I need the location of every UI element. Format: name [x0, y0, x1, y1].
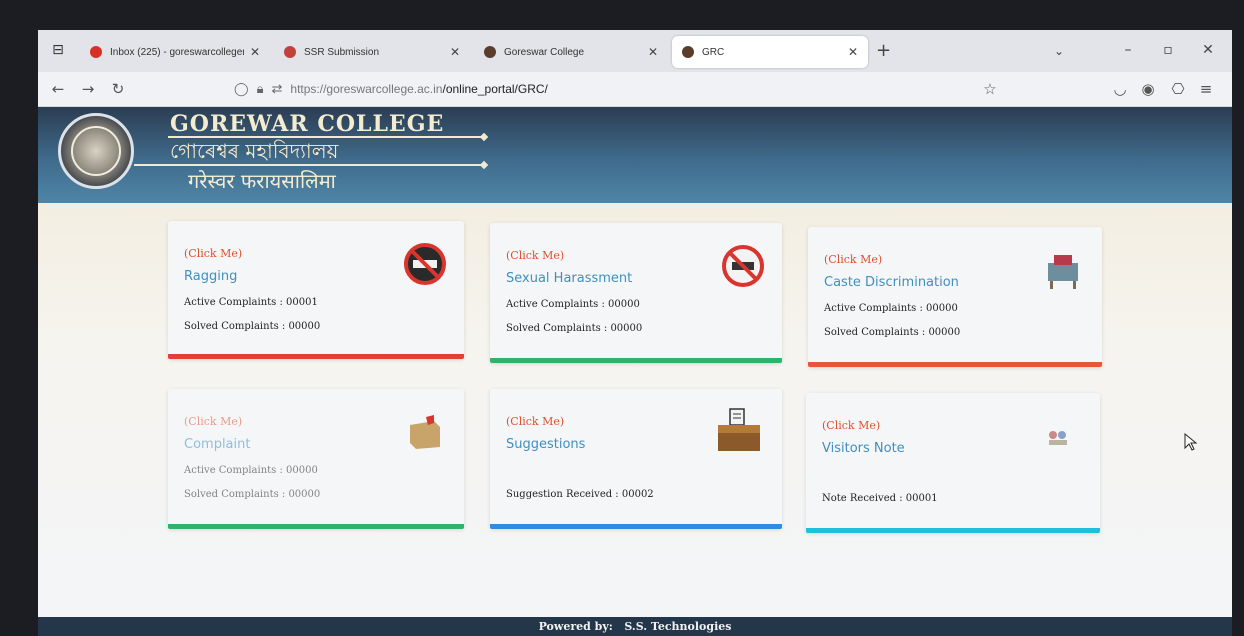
caste-discrimination-icon	[1048, 255, 1078, 289]
card-title[interactable]: Caste Discrimination	[824, 275, 959, 290]
extensions-icon[interactable]: ⎔	[1168, 80, 1188, 98]
address-bar[interactable]: ◯ 🔒︎ ⇄ https://goreswarcollege.ac.in /on…	[234, 77, 1014, 101]
active-complaints: Active Complaints : 00001	[184, 297, 318, 308]
ssr-icon	[284, 46, 296, 58]
restore-icon[interactable]: ▫	[1158, 42, 1178, 58]
close-icon[interactable]: ✕	[648, 45, 658, 59]
screen: ⊟ Inbox (225) - goreswarcollegen ✕ SSR S…	[38, 30, 1232, 636]
mouse-pointer-icon	[1184, 433, 1198, 451]
suggestion-box-icon	[718, 408, 760, 451]
site-header-banner: GOREWAR COLLEGE গোৰেশ্বৰ মহাবিদ্যালয় गर…	[38, 107, 1232, 203]
complaint-box-icon	[410, 415, 440, 449]
visitors-note-icon	[1049, 431, 1067, 445]
tab-grc[interactable]: GRC ✕	[672, 36, 868, 68]
card-suggestions[interactable]: (Click Me) Suggestions Suggestion Receiv…	[490, 389, 782, 529]
tab-list-icon[interactable]: ⊟	[48, 40, 68, 60]
solved-complaints: Solved Complaints : 00000	[824, 327, 961, 338]
college-name-english: GOREWAR COLLEGE	[170, 111, 445, 137]
active-complaints: Active Complaints : 00000	[184, 465, 318, 476]
click-me-label[interactable]: (Click Me)	[184, 247, 242, 260]
solved-complaints: Solved Complaints : 00000	[184, 489, 321, 500]
tab-inbox[interactable]: Inbox (225) - goreswarcollegen ✕	[80, 36, 270, 68]
minimize-icon[interactable]: –	[1118, 42, 1138, 58]
tab-title: SSR Submission	[304, 46, 380, 58]
pocket-icon[interactable]: ◡	[1110, 80, 1130, 98]
url-path: /online_portal/GRC/	[442, 82, 548, 96]
card-title[interactable]: Suggestions	[506, 437, 585, 452]
tab-ssr-submission[interactable]: SSR Submission ✕	[274, 36, 470, 68]
reload-icon[interactable]: ↻	[108, 80, 128, 98]
college-name-bodo: गरेस्वर फरायसालिमा	[188, 169, 336, 193]
note-received: Note Received : 00001	[822, 493, 938, 504]
card-complaint[interactable]: (Click Me) Complaint Active Complaints :…	[168, 389, 464, 529]
close-icon[interactable]: ✕	[450, 45, 460, 59]
window-close-icon[interactable]: ✕	[1198, 42, 1218, 58]
click-me-label[interactable]: (Click Me)	[822, 419, 880, 432]
close-icon[interactable]: ✕	[250, 45, 260, 59]
card-accent-bar	[490, 358, 782, 363]
card-sexual-harassment[interactable]: (Click Me) Sexual Harassment Active Comp…	[490, 223, 782, 363]
powered-by-company[interactable]: S.S. Technologies	[624, 620, 731, 633]
active-complaints: Active Complaints : 00000	[824, 303, 958, 314]
footer: Powered by: S.S. Technologies	[38, 617, 1232, 636]
chevron-down-icon[interactable]: ⌄	[1054, 44, 1064, 58]
account-icon[interactable]: ◉	[1138, 80, 1158, 98]
card-visitors-note[interactable]: (Click Me) Visitors Note Note Received :…	[806, 393, 1100, 533]
card-title[interactable]: Ragging	[184, 269, 237, 284]
card-title[interactable]: Complaint	[184, 437, 250, 452]
lock-icon[interactable]: 🔒︎	[257, 81, 264, 97]
active-complaints: Active Complaints : 00000	[506, 299, 640, 310]
forward-arrow-icon[interactable]: →	[78, 80, 98, 98]
click-me-label[interactable]: (Click Me)	[184, 415, 242, 428]
new-tab-icon[interactable]: +	[876, 42, 891, 60]
solved-complaints: Solved Complaints : 00000	[506, 323, 643, 334]
click-me-label[interactable]: (Click Me)	[824, 253, 882, 266]
card-title[interactable]: Sexual Harassment	[506, 271, 632, 286]
close-icon[interactable]: ✕	[848, 45, 858, 59]
browser-tab-bar: ⊟ Inbox (225) - goreswarcollegen ✕ SSR S…	[38, 30, 1232, 73]
url-host: https://goreswarcollege.ac.in	[290, 82, 443, 96]
card-accent-bar	[168, 354, 464, 359]
tab-goreswar-college[interactable]: Goreswar College ✕	[474, 36, 668, 68]
header-divider	[134, 164, 484, 166]
card-accent-bar	[168, 524, 464, 529]
click-me-label[interactable]: (Click Me)	[506, 415, 564, 428]
powered-by-label: Powered by:	[538, 620, 613, 633]
card-accent-bar	[806, 528, 1100, 533]
card-accent-bar	[808, 362, 1102, 367]
menu-icon[interactable]: ≡	[1196, 80, 1216, 98]
college-icon	[484, 46, 496, 58]
page-viewport: GOREWAR COLLEGE গোৰেশ্বৰ মহাবিদ্যালয় गर…	[38, 107, 1232, 636]
tab-title: GRC	[702, 46, 725, 58]
card-accent-bar	[490, 524, 782, 529]
click-me-label[interactable]: (Click Me)	[506, 249, 564, 262]
permissions-icon[interactable]: ⇄	[271, 81, 282, 97]
shield-icon[interactable]: ◯	[234, 81, 249, 97]
college-icon	[682, 46, 694, 58]
suggestion-received: Suggestion Received : 00002	[506, 489, 654, 500]
no-sexual-harassment-icon	[722, 245, 764, 287]
browser-nav-bar: ← → ↻ ◯ 🔒︎ ⇄ https://goreswarcollege.ac.…	[38, 72, 1232, 107]
tab-title: Inbox (225) - goreswarcollegen	[110, 46, 244, 58]
solved-complaints: Solved Complaints : 00000	[184, 321, 321, 332]
card-caste-discrimination[interactable]: (Click Me) Caste Discrimination Active C…	[808, 227, 1102, 367]
tab-title: Goreswar College	[504, 46, 585, 58]
no-ragging-icon	[404, 243, 446, 285]
college-logo	[58, 113, 134, 189]
card-title[interactable]: Visitors Note	[822, 441, 905, 456]
back-arrow-icon[interactable]: ←	[48, 80, 68, 98]
gmail-icon	[90, 46, 102, 58]
card-ragging[interactable]: (Click Me) Ragging Active Complaints : 0…	[168, 221, 464, 359]
bookmark-star-icon[interactable]: ☆	[980, 80, 1000, 98]
